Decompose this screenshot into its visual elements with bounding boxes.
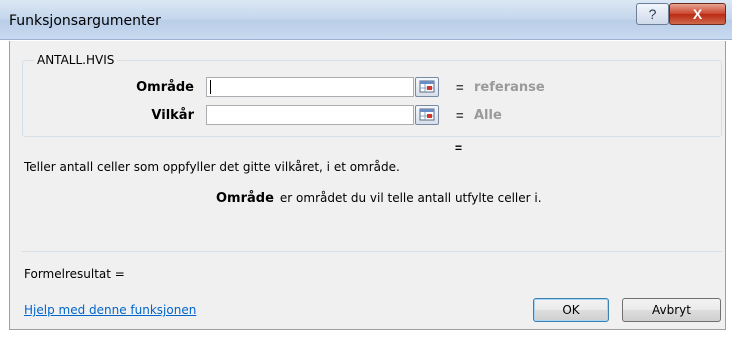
argument-result-omrade: referanse	[474, 80, 545, 95]
function-description: Teller antall celler som oppfyller det g…	[24, 160, 400, 174]
help-button[interactable]: ?	[636, 3, 669, 25]
divider	[22, 251, 722, 252]
argument-equals: =	[456, 108, 464, 123]
argument-help-name: Område	[216, 191, 274, 206]
argument-label-vilkar: Vilkår	[151, 108, 194, 123]
window-title: Funksjonsargumenter	[9, 13, 161, 29]
ok-button[interactable]: OK	[533, 298, 609, 322]
help-link[interactable]: Hjelp med denne funksjonen	[24, 303, 196, 317]
close-icon: X	[693, 6, 703, 22]
text-caret	[210, 80, 211, 94]
formula-result: Formelresultat =	[24, 267, 125, 281]
function-name: ANTALL.HVIS	[34, 53, 118, 67]
range-select-icon	[419, 108, 435, 121]
help-icon: ?	[649, 6, 657, 22]
svg-text:?: ?	[649, 6, 657, 22]
vilkar-input[interactable]	[206, 105, 414, 125]
title-bar: Funksjonsargumenter ? X	[0, 0, 732, 40]
argument-equals: =	[456, 80, 464, 95]
argument-label-omrade: Område	[136, 80, 194, 95]
vilkar-collapse-button[interactable]	[415, 105, 439, 125]
arguments-group	[22, 60, 722, 137]
cancel-button[interactable]: Avbryt	[622, 298, 721, 322]
omrade-input[interactable]	[206, 77, 414, 97]
function-result-equals: =	[455, 141, 463, 155]
range-select-icon	[419, 80, 435, 93]
argument-result-vilkar: Alle	[474, 108, 502, 123]
omrade-collapse-button[interactable]	[415, 77, 439, 97]
close-button[interactable]: X	[669, 3, 726, 25]
argument-help-text: er området du vil telle antall utfylte c…	[279, 191, 542, 205]
svg-text:X: X	[693, 6, 703, 22]
argument-help: Område er området du vil telle antall utf…	[216, 191, 542, 206]
